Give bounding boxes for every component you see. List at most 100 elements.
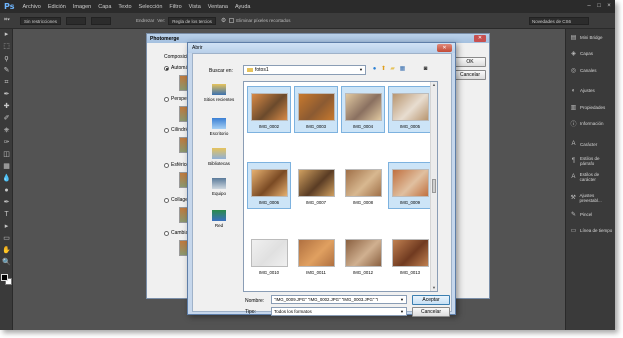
crop-tool-icon[interactable]: ⌗▾: [4, 17, 20, 24]
menu-capa[interactable]: Capa: [98, 4, 111, 10]
dock-item-character[interactable]: A Carácter: [566, 136, 615, 153]
workspace-select[interactable]: Novedades de CS6: [529, 17, 589, 25]
file-item[interactable]: IMG_0002: [247, 86, 291, 133]
back-icon[interactable]: ●: [371, 66, 378, 73]
place-computer[interactable]: Equipo: [201, 178, 237, 196]
radio-button[interactable]: [164, 230, 169, 236]
crop-tool-icon[interactable]: ⌗: [0, 77, 13, 89]
cancel-button[interactable]: Cancelar: [454, 70, 486, 80]
menu-texto[interactable]: Texto: [118, 4, 131, 10]
crop-height-field[interactable]: [91, 16, 112, 25]
delete-pixels-checkbox[interactable]: [229, 18, 235, 23]
dock-item-character-styles[interactable]: A Estilos de carácter: [566, 169, 615, 186]
file-item[interactable]: IMG_0005: [388, 86, 432, 133]
history-brush-icon[interactable]: ✑: [0, 137, 13, 149]
scroll-down-icon[interactable]: ▼: [431, 285, 437, 291]
view-menu-icon[interactable]: ▦: [399, 66, 406, 73]
dock-item-info[interactable]: ⓘ Información: [566, 116, 615, 133]
pen-tool-icon[interactable]: ✒: [0, 197, 13, 209]
maximize-icon[interactable]: □: [595, 2, 603, 10]
menu-archivo[interactable]: Archivo: [22, 4, 40, 10]
scrollbar-thumb[interactable]: [432, 179, 436, 193]
crop-width-field[interactable]: [66, 16, 87, 25]
place-desktop[interactable]: Escritorio: [201, 118, 237, 136]
dodge-tool-icon[interactable]: ●: [0, 185, 13, 197]
color-swatches[interactable]: [0, 273, 13, 289]
dock-item-layers[interactable]: ◈ Capas: [566, 46, 615, 63]
scroll-up-icon[interactable]: ▲: [431, 82, 437, 88]
settings-gear-icon[interactable]: ⚙: [221, 17, 226, 24]
radio-button[interactable]: [164, 162, 169, 168]
dock-item-mini-bridge[interactable]: ▤ Mini Bridge: [566, 29, 615, 46]
preview-icon[interactable]: ◙: [422, 66, 429, 73]
accept-button[interactable]: Aceptar: [412, 295, 450, 305]
close-icon[interactable]: ✕: [474, 35, 486, 42]
file-name-input[interactable]: "IMG_0009.JPG" "IMG_0002.JPG" "IMG_0003.…: [271, 295, 407, 304]
menu-ventana[interactable]: Ventana: [208, 4, 228, 10]
place-libraries[interactable]: Bibliotecas: [201, 148, 237, 166]
menu-imagen[interactable]: Imagen: [73, 4, 91, 10]
hand-tool-icon[interactable]: ✋: [0, 245, 13, 257]
view-overlay-select[interactable]: Regla de los tercios: [168, 16, 216, 25]
type-tool-icon[interactable]: T: [0, 209, 13, 221]
blur-tool-icon[interactable]: 💧: [0, 173, 13, 185]
shape-tool-icon[interactable]: ▭: [0, 233, 13, 245]
dock-item-paragraph-styles[interactable]: ¶ Estilos de párrafo: [566, 153, 615, 170]
radio-button[interactable]: [164, 127, 169, 133]
place-recent-places[interactable]: Sitios recientes: [201, 84, 237, 102]
straighten-label[interactable]: Endrezar: [136, 18, 154, 23]
up-folder-icon[interactable]: ⬆: [380, 66, 387, 73]
zoom-tool-icon[interactable]: 🔍: [0, 257, 13, 269]
place-network[interactable]: Red: [201, 210, 237, 228]
chevron-down-icon[interactable]: ▼: [359, 66, 363, 74]
eyedropper-tool-icon[interactable]: ✒: [0, 89, 13, 101]
crop-ratio-select[interactable]: Sin restricciones: [20, 16, 62, 25]
radio-button[interactable]: [164, 65, 169, 71]
chevron-down-icon[interactable]: ▼: [400, 308, 404, 315]
file-item[interactable]: IMG_0013: [388, 232, 432, 279]
file-item[interactable]: IMG_0008: [341, 162, 385, 209]
gradient-tool-icon[interactable]: ▦: [0, 161, 13, 173]
cancel-button[interactable]: Cancelar: [412, 307, 450, 317]
dock-item-adjustments[interactable]: ◐ Ajustes: [566, 83, 615, 100]
quick-select-tool-icon[interactable]: ✎: [0, 65, 13, 77]
close-icon[interactable]: ×: [605, 2, 613, 10]
file-list[interactable]: IMG_0002 IMG_0003 IMG_0004 IMG_0005 IMG_0006…: [243, 81, 438, 292]
file-item[interactable]: IMG_0011: [294, 232, 338, 279]
new-folder-icon[interactable]: ▰: [389, 66, 396, 73]
close-icon[interactable]: ✕: [437, 44, 452, 52]
chevron-down-icon[interactable]: ▼: [400, 296, 404, 303]
file-list-scrollbar[interactable]: ▲ ▼: [430, 82, 437, 291]
file-item[interactable]: IMG_0006: [247, 162, 291, 209]
ok-button[interactable]: OK: [454, 57, 486, 67]
file-type-select[interactable]: Todos los formatos ▼: [271, 307, 407, 316]
file-item[interactable]: IMG_0009: [388, 162, 432, 209]
radio-button[interactable]: [164, 96, 169, 102]
radio-button[interactable]: [164, 197, 169, 203]
clone-stamp-icon[interactable]: ⎈: [0, 125, 13, 137]
dock-item-brush[interactable]: ✎ Pincel: [566, 206, 615, 223]
file-item[interactable]: IMG_0012: [341, 232, 385, 279]
brush-tool-icon[interactable]: ✐: [0, 113, 13, 125]
menu-edicion[interactable]: Edición: [48, 4, 66, 10]
layout-radio-4[interactable]: Collage: [164, 197, 188, 203]
file-item[interactable]: IMG_0004: [341, 86, 385, 133]
menu-seleccion[interactable]: Selección: [139, 4, 163, 10]
foreground-color-swatch[interactable]: [1, 274, 8, 281]
menu-filtro[interactable]: Filtro: [169, 4, 181, 10]
file-item[interactable]: IMG_0007: [294, 162, 338, 209]
menu-ayuda[interactable]: Ayuda: [235, 4, 251, 10]
eraser-tool-icon[interactable]: ◫: [0, 149, 13, 161]
dock-item-properties[interactable]: ▥ Propiedades: [566, 99, 615, 116]
healing-brush-icon[interactable]: ✚: [0, 101, 13, 113]
look-in-select[interactable]: fotos1 ▼: [243, 65, 366, 75]
dock-item-timeline[interactable]: ▭ Línea de tiempo: [566, 223, 615, 240]
move-tool-icon[interactable]: ▸: [0, 29, 13, 41]
file-item[interactable]: IMG_0003: [294, 86, 338, 133]
path-select-icon[interactable]: ▸: [0, 221, 13, 233]
lasso-tool-icon[interactable]: ϙ: [0, 53, 13, 65]
layout-radio-3[interactable]: Esférico: [164, 162, 189, 168]
marquee-tool-icon[interactable]: ⬚: [0, 41, 13, 53]
dock-item-channels[interactable]: ◎ Canales: [566, 62, 615, 79]
minimize-icon[interactable]: –: [585, 2, 593, 10]
